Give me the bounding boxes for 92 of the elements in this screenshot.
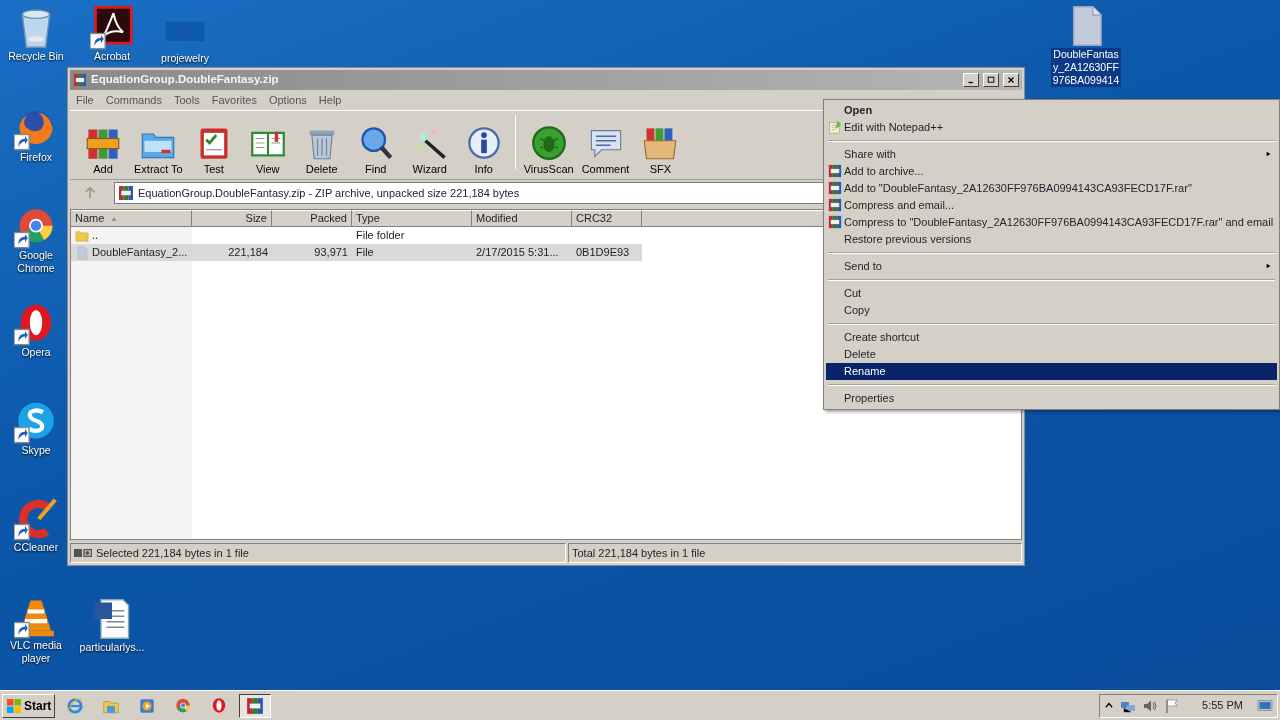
menu-item[interactable]: Share with [826, 146, 1277, 163]
table-cell: 0B1D9E93 [572, 244, 642, 261]
file-name[interactable]: DoubleFantasy_2... [71, 244, 192, 261]
icon-label: Firefox [18, 151, 54, 164]
maximize-icon [986, 75, 996, 85]
toolbar-button[interactable]: Comment [577, 124, 634, 177]
menu-item[interactable]: Create shortcut [826, 329, 1277, 346]
toolbar-button[interactable]: Wizard [402, 124, 457, 177]
archive-icon [73, 73, 87, 87]
close-icon [1006, 75, 1016, 85]
broom-icon[interactable] [14, 497, 58, 541]
column-header[interactable]: Size [192, 210, 272, 227]
drive-icon [74, 549, 92, 557]
menu-item[interactable]: Rename [826, 363, 1277, 380]
show-hidden-icon[interactable] [1104, 700, 1115, 711]
menu-item[interactable]: Add to archive... [826, 163, 1277, 180]
menu-item[interactable]: Open [826, 102, 1277, 119]
info-icon [465, 124, 502, 161]
icon-label: projewelry [160, 52, 210, 65]
column-header[interactable]: Type [352, 210, 472, 227]
table-cell: 93,971 [272, 244, 352, 261]
toolbar-button[interactable]: Delete [294, 124, 349, 177]
icon-label: Google Chrome [16, 249, 56, 275]
maximize-button[interactable] [983, 73, 999, 87]
table-cell: 2/17/2015 5:31... [472, 244, 572, 261]
archive-icon [828, 181, 842, 195]
column-header[interactable]: Name [71, 210, 192, 227]
icon-label: Opera [20, 346, 52, 359]
table-cell: File [352, 244, 472, 261]
menu-item[interactable]: Cut [826, 285, 1277, 302]
menu-item[interactable]: Favorites [205, 91, 263, 109]
archive-icon [118, 185, 134, 201]
table-cell: 221,184 [192, 244, 272, 261]
archive-icon [828, 198, 842, 212]
flag-icon[interactable] [1164, 697, 1181, 714]
table-cell-text: File folder [355, 228, 406, 244]
toolbar-button[interactable]: VirusScan [519, 124, 578, 177]
submenu-arrow-icon [1266, 262, 1271, 270]
close-button[interactable] [1003, 73, 1019, 87]
bug-icon [530, 124, 567, 161]
icon-label: CCleaner [12, 541, 60, 554]
toolbar-button[interactable]: Add [76, 124, 130, 177]
menu-item[interactable]: Restore previous versions [826, 231, 1277, 248]
archive-icon [828, 164, 842, 178]
file-name[interactable]: .. [71, 227, 192, 244]
menu-item[interactable]: Copy [826, 302, 1277, 319]
start-button[interactable]: Start [2, 693, 56, 718]
menu-item[interactable]: Options [262, 91, 313, 109]
column-header[interactable]: Modified [472, 210, 572, 227]
sort-arrow-icon [110, 215, 119, 222]
submenu-arrow-icon [1266, 150, 1271, 158]
play-icon [138, 696, 157, 715]
toolbar-button[interactable]: Test [186, 124, 241, 177]
browser-icon [66, 696, 85, 715]
column-header[interactable]: Packed [272, 210, 352, 227]
toolbar-button[interactable]: View [240, 124, 295, 177]
show-desktop-icon[interactable] [1257, 697, 1273, 714]
menu-item[interactable]: Commands [99, 91, 168, 109]
icon-label: VLC media player [9, 639, 63, 665]
toolbar-button[interactable]: Extract To [130, 124, 187, 177]
menu-item[interactable]: Send to [826, 258, 1277, 275]
menu-item[interactable]: File [70, 91, 100, 109]
status-text: Total 221,184 bytes in 1 file [572, 545, 706, 561]
archive-icon [246, 696, 265, 715]
toolbar-button[interactable]: Find [348, 124, 403, 177]
window-title: EquationGroup.DoubleFantasy.zip [91, 72, 280, 88]
windows-logo-icon [6, 697, 22, 714]
file-icon [75, 245, 89, 260]
minimize-button[interactable] [963, 73, 979, 87]
icon-label: Recycle Bin [7, 50, 65, 63]
status-text: Selected 221,184 bytes in 1 file [96, 545, 249, 561]
menu-item[interactable]: Edit with Notepad++ [826, 119, 1277, 136]
column-header[interactable]: CRC32 [572, 210, 642, 227]
icon-label: particularlys... [78, 641, 146, 654]
archive-icon [828, 215, 842, 229]
menu-item[interactable]: Properties [826, 390, 1277, 407]
menu-item[interactable]: Help [312, 91, 348, 109]
chrome-icon [174, 696, 193, 715]
notepad-icon [828, 120, 842, 134]
menu-item[interactable]: Tools [168, 91, 206, 109]
taskbar-button[interactable] [239, 693, 272, 718]
icon-label: Skype [20, 444, 52, 457]
folder-icon [75, 228, 89, 243]
icon-label: Acrobat [92, 50, 132, 63]
clock[interactable]: 5:55 PM [1202, 697, 1243, 714]
icon-label: DoubleFantasy_2A12630FF976BA099414 [1051, 48, 1121, 87]
toolbar-button[interactable]: SFX [633, 124, 688, 177]
document-icon[interactable] [90, 6, 134, 50]
menu-item[interactable]: Delete [826, 346, 1277, 363]
toolbar-button[interactable]: Info [456, 124, 511, 177]
menu-item[interactable]: Compress to "DoubleFantasy_2A12630FF976BA0994143CA93FECD17F.rar" and email [826, 214, 1277, 231]
up-arrow-icon [83, 186, 97, 200]
